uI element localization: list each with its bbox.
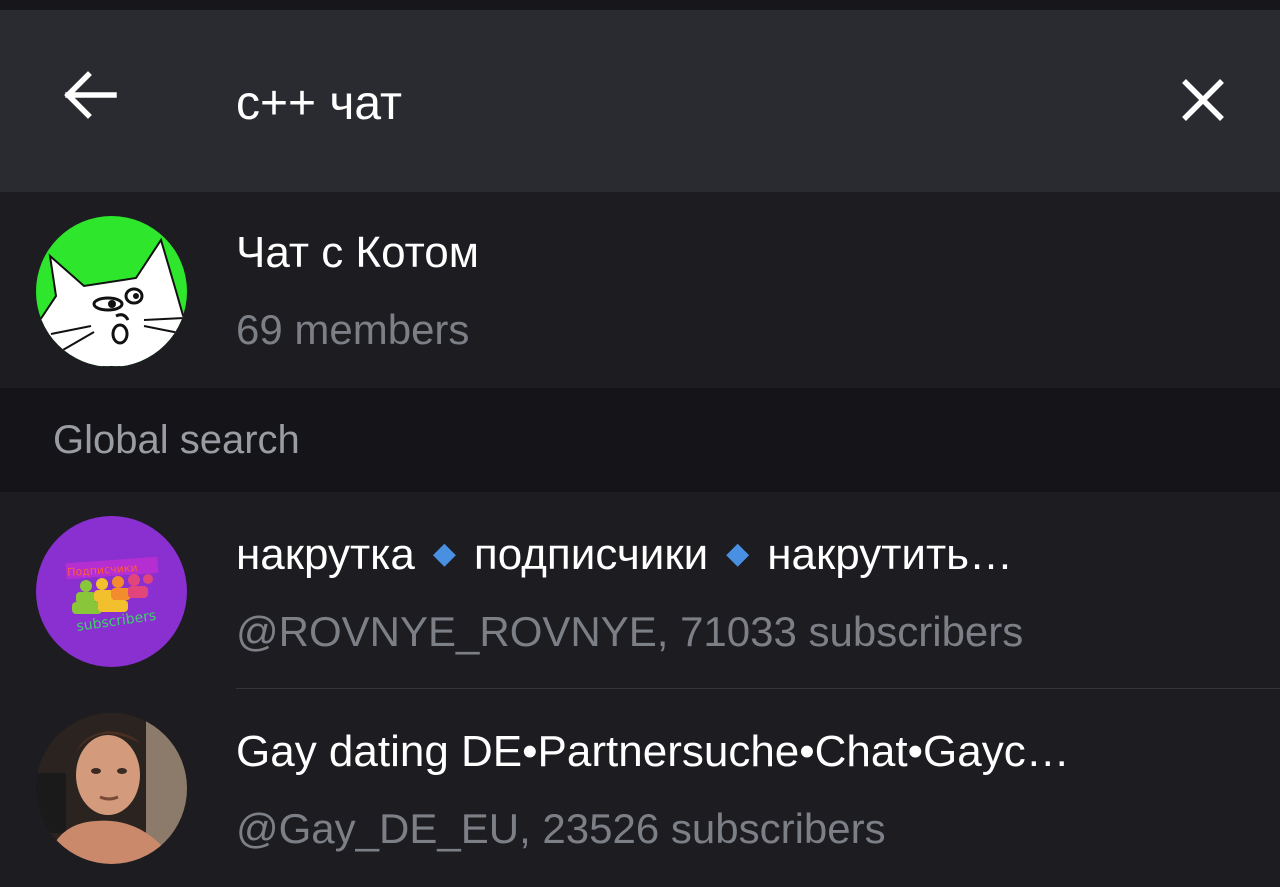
blue-diamond-icon: ◆ [432,537,456,570]
channel-username-subscribers: @ROVNYE_ROVNYE, 71033 subscribers [236,608,1024,655]
arrow-left-icon [64,71,117,119]
global-result-row[interactable]: Gay dating DE•Partnersuche•Chat•Gayc… @G… [0,689,1280,887]
photo-avatar [36,713,187,864]
subscribers-avatar: Подписчики subscribers [36,516,187,667]
search-header [0,10,1280,192]
cat-avatar [36,216,187,367]
clear-search-button[interactable] [1165,62,1241,138]
title-part-3: накрутить… [767,530,1014,579]
section-title: Global search [53,418,300,462]
channel-title: накрутка ◆ подписчики ◆ накрутить… [236,530,1013,580]
chat-result-row[interactable]: Чат с Котом 69 members [0,192,1280,388]
title-part-1: накрутка [236,530,415,579]
channel-title: Gay dating DE•Partnersuche•Chat•Gayc… [236,727,1070,776]
chat-members-count: 69 members [236,306,470,353]
global-result-row[interactable]: Подписчики subscribers накрутка ◆ подписчи… [0,492,1280,688]
status-bar [0,0,1280,10]
close-icon [1182,79,1224,121]
title-part-2: подписчики [473,530,709,579]
channel-username-subscribers: @Gay_DE_EU, 23526 subscribers [236,805,886,852]
blue-diamond-icon: ◆ [726,537,750,570]
search-input[interactable] [236,68,1116,138]
back-button[interactable] [52,57,128,133]
chat-title: Чат с Котом [236,228,479,277]
